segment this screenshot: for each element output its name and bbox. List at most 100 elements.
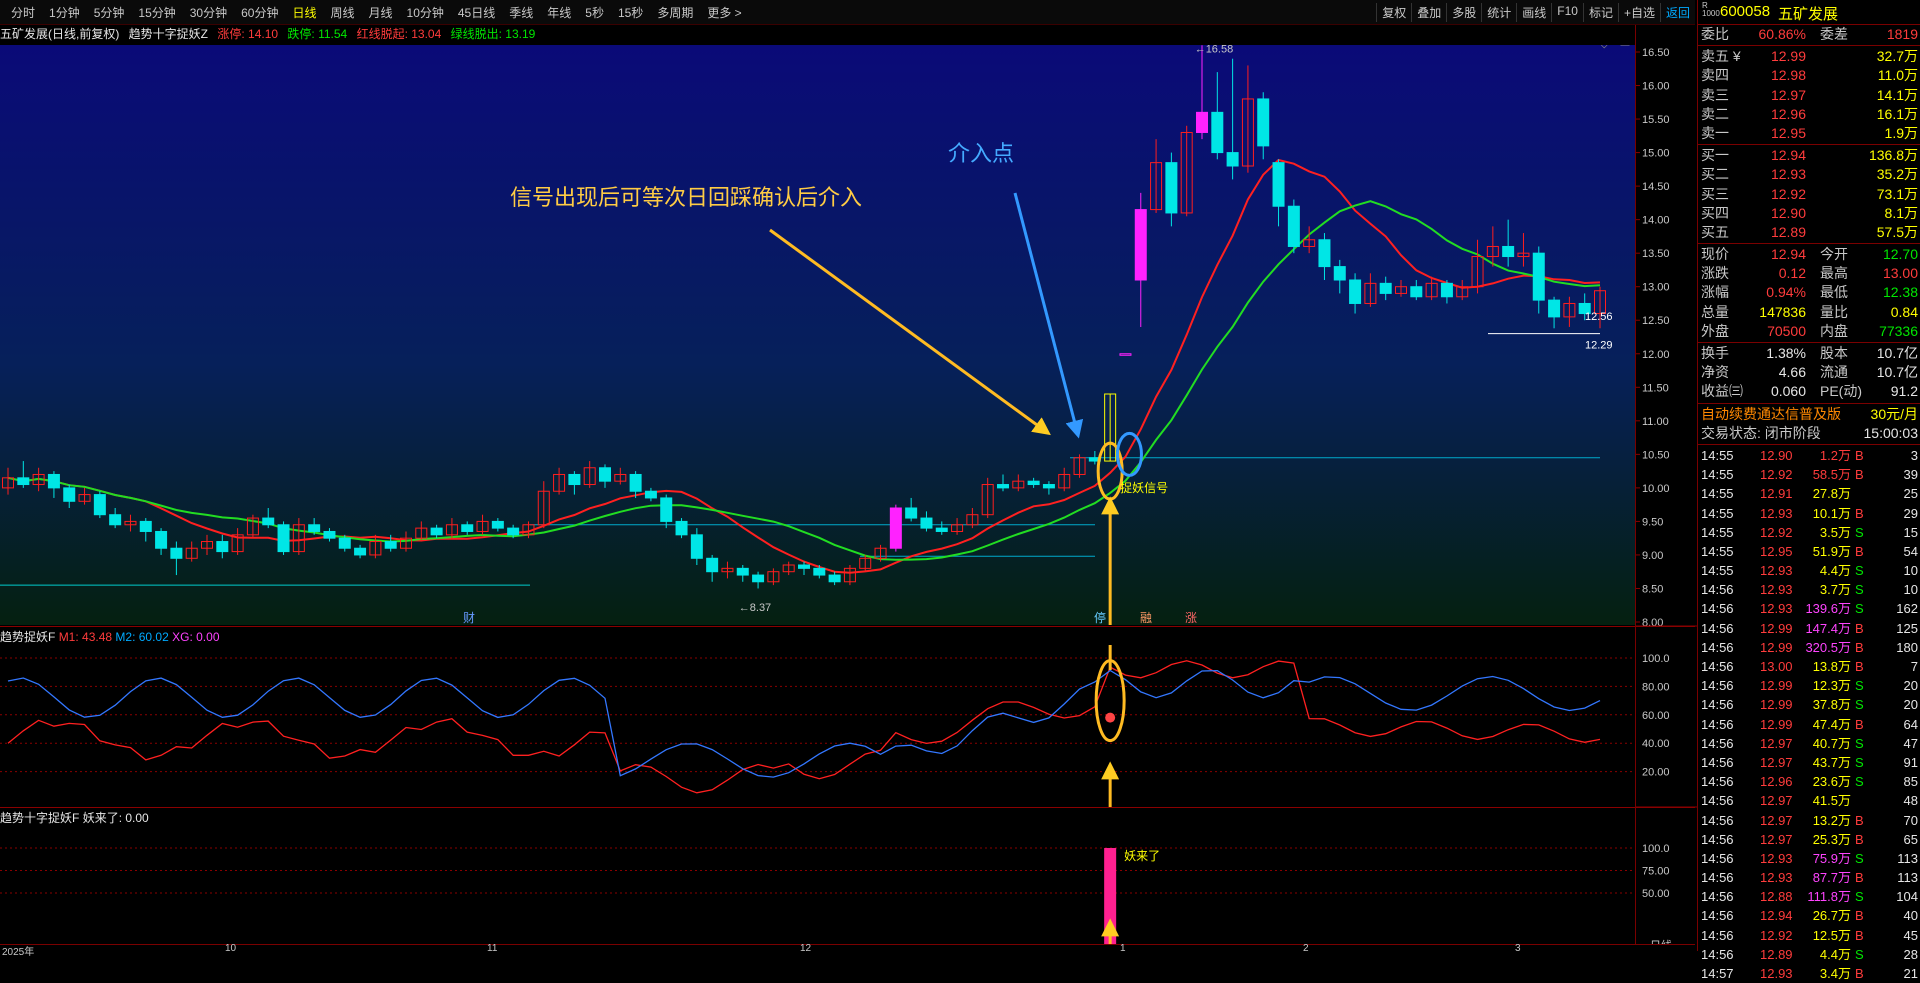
time-axis-label: 10 — [225, 943, 237, 954]
trade-time: 15:00:03 — [1863, 424, 1919, 441]
price-axis-label: 11.00 — [1642, 416, 1669, 428]
stat-value: 147836 — [1759, 303, 1806, 320]
tick-count: 20 — [1903, 697, 1918, 713]
promo-price[interactable]: 30元/月 — [1871, 405, 1918, 424]
tick-volume: 87.7万 — [1812, 870, 1851, 886]
stock-title[interactable]: 五矿发展(日线,前复权) — [0, 27, 119, 41]
chart-tool-button[interactable]: 标记 — [1582, 3, 1618, 22]
stock-name: 五矿发展 — [1778, 6, 1839, 23]
time-axis-label: 3 — [1515, 943, 1521, 954]
tick-volume: 47.4万 — [1812, 716, 1851, 732]
asks-label: 卖一 — [1701, 124, 1729, 141]
period-tab[interactable]: 15秒 — [611, 4, 650, 21]
period-tab[interactable]: 15分钟 — [131, 4, 182, 21]
period-tab[interactable]: 60分钟 — [234, 4, 285, 21]
chart-tool-button[interactable]: 统计 — [1481, 3, 1516, 22]
asks-label: 卖五 ¥ — [1701, 48, 1741, 65]
period-tab[interactable]: 年线 — [540, 4, 578, 21]
tick-side: B — [1855, 927, 1864, 943]
chart-tool-button[interactable]: 叠加 — [1411, 3, 1446, 22]
chart-tool-button[interactable]: 画线 — [1516, 3, 1551, 22]
indicator-pane-3[interactable]: 妖来了 — [0, 826, 1635, 944]
period-tab[interactable]: 5秒 — [578, 4, 611, 21]
pane2-axis-label: 40.00 — [1642, 738, 1670, 750]
chart-tool-button[interactable]: F10 — [1551, 3, 1583, 22]
tick-row: 14:56 12.97 43.7万 S 91 — [1698, 753, 1920, 772]
price-axis-label: 8.00 — [1642, 617, 1663, 629]
period-tab[interactable]: 季线 — [502, 4, 540, 21]
chart-tool-button[interactable]: 复权 — [1376, 3, 1411, 22]
stat2-row: 净资 4.66 流通 10.7亿 — [1698, 363, 1920, 382]
indicator-pane-2[interactable] — [0, 645, 1635, 807]
tick-row: 14:56 12.89 4.4万 S 28 — [1698, 945, 1920, 964]
chart-tool-button[interactable]: 返回 — [1659, 3, 1695, 22]
tick-time: 14:56 — [1701, 639, 1734, 655]
tick-row: 14:55 12.95 51.9万 B 54 — [1698, 542, 1920, 561]
price-axis: 16.50 16.00 15.50 15.00 14.50 14.00 13.50 13.00… — [1635, 25, 1698, 951]
period-tab[interactable]: 更多 > — [700, 4, 748, 21]
pane2-signal-ring — [1094, 659, 1126, 743]
bid-book: 买一 12.94 136.8万 买二 12.93 35.2万 买三 12.92 73.1万 买四 1… — [1698, 146, 1920, 242]
period-tab[interactable]: 1分钟 — [42, 4, 87, 21]
pane3-name[interactable]: 趋势十字捉妖F — [0, 811, 79, 825]
tick-count: 113 — [1897, 850, 1918, 866]
price-axis-label: 12.00 — [1642, 349, 1670, 361]
period-tab[interactable]: 分时 — [4, 4, 42, 21]
chart-tool-button[interactable]: 多股 — [1446, 3, 1481, 22]
tick-price: 12.93 — [1760, 870, 1793, 886]
tick-count: 64 — [1903, 716, 1918, 732]
price-axis-label: 10.00 — [1642, 483, 1670, 495]
period-tab[interactable]: 10分钟 — [400, 4, 451, 21]
indicator-name[interactable]: 趋势十字捉妖Z — [129, 27, 208, 41]
tick-count: 29 — [1903, 505, 1918, 521]
bids-price: 12.92 — [1770, 185, 1806, 202]
period-tab[interactable]: 30分钟 — [183, 4, 234, 21]
tick-price: 12.97 — [1760, 831, 1793, 847]
tick-side: S — [1855, 735, 1864, 751]
candlestick-chart[interactable]: 信号出现后可等次日回踩确认后介入 介入点捉妖信号 ←8.37 ←16.58 12.56 1… — [0, 45, 1635, 625]
tick-volume: 3.4万 — [1819, 966, 1851, 981]
pane2-name[interactable]: 趋势捉妖F — [0, 630, 55, 644]
m1-line — [7, 660, 1601, 794]
tick-count: 65 — [1903, 831, 1918, 847]
zt-label: 涨停: 14.10 — [217, 27, 279, 41]
period-tab[interactable]: 多周期 — [650, 4, 700, 21]
stat-label-2: 量比 — [1820, 303, 1848, 320]
tick-volume: 1.2万 — [1819, 447, 1851, 463]
asks-price: 12.96 — [1770, 105, 1806, 122]
period-tab[interactable]: 日线 — [285, 4, 323, 21]
promo-text[interactable]: 自动续费通达信普及版 — [1701, 405, 1841, 424]
tick-side: S — [1855, 601, 1864, 617]
tick-count: 104 — [1896, 889, 1918, 905]
candle — [1287, 199, 1300, 254]
price-axis-label: 9.00 — [1642, 550, 1663, 562]
tick-volume: 3.5万 — [1819, 524, 1851, 540]
event-marker[interactable]: 融 — [1140, 611, 1152, 625]
event-marker[interactable]: 停 — [1094, 610, 1106, 625]
candle — [889, 504, 902, 552]
expand-icon[interactable]: ◇ — [1600, 45, 1609, 50]
event-marker[interactable]: 财 — [463, 611, 475, 625]
tick-price: 12.97 — [1760, 754, 1793, 770]
tick-list[interactable]: 14:55 12.90 1.2万 B 3 14:55 12.92 58.5万 B 39 14:55 1… — [1698, 446, 1920, 983]
tick-row: 14:55 12.92 58.5万 B 39 — [1698, 465, 1920, 484]
tick-price: 12.88 — [1760, 889, 1793, 905]
period-tab[interactable]: 45日线 — [451, 4, 502, 21]
period-tab[interactable]: 5分钟 — [87, 4, 132, 21]
high-label: ←16.58 — [1195, 45, 1234, 56]
asks-price: 12.99 — [1770, 48, 1806, 65]
chart-tool-button[interactable]: +自选 — [1617, 3, 1660, 22]
stat2-row: 收益㈢ 0.060 PE(动) 91.2 — [1698, 382, 1920, 401]
quote-stats: 现价 12.94 今开 12.70 涨跌 0.12 最高 13.00 涨幅 0.94% 最低 12.3… — [1698, 245, 1920, 341]
tick-row: 14:55 12.91 27.8万 25 — [1698, 484, 1920, 503]
tick-row: 14:56 12.92 12.5万 B 45 — [1698, 926, 1920, 945]
time-axis-label: 11 — [487, 943, 498, 954]
period-tab[interactable]: 月线 — [362, 4, 400, 21]
event-marker[interactable]: 涨 — [1185, 610, 1197, 625]
asks-price: 12.98 — [1770, 67, 1806, 84]
tick-side: S — [1855, 563, 1864, 579]
signal-dot-icon — [1105, 712, 1116, 723]
period-tab[interactable]: 周线 — [323, 4, 361, 21]
tick-price: 12.97 — [1760, 735, 1793, 751]
period-tabs: 分时 1分钟 5分钟 15分钟 30分钟 60分钟 日线 周线 月线 10分钟 45日线 季线 年线 5秒… — [4, 4, 749, 21]
